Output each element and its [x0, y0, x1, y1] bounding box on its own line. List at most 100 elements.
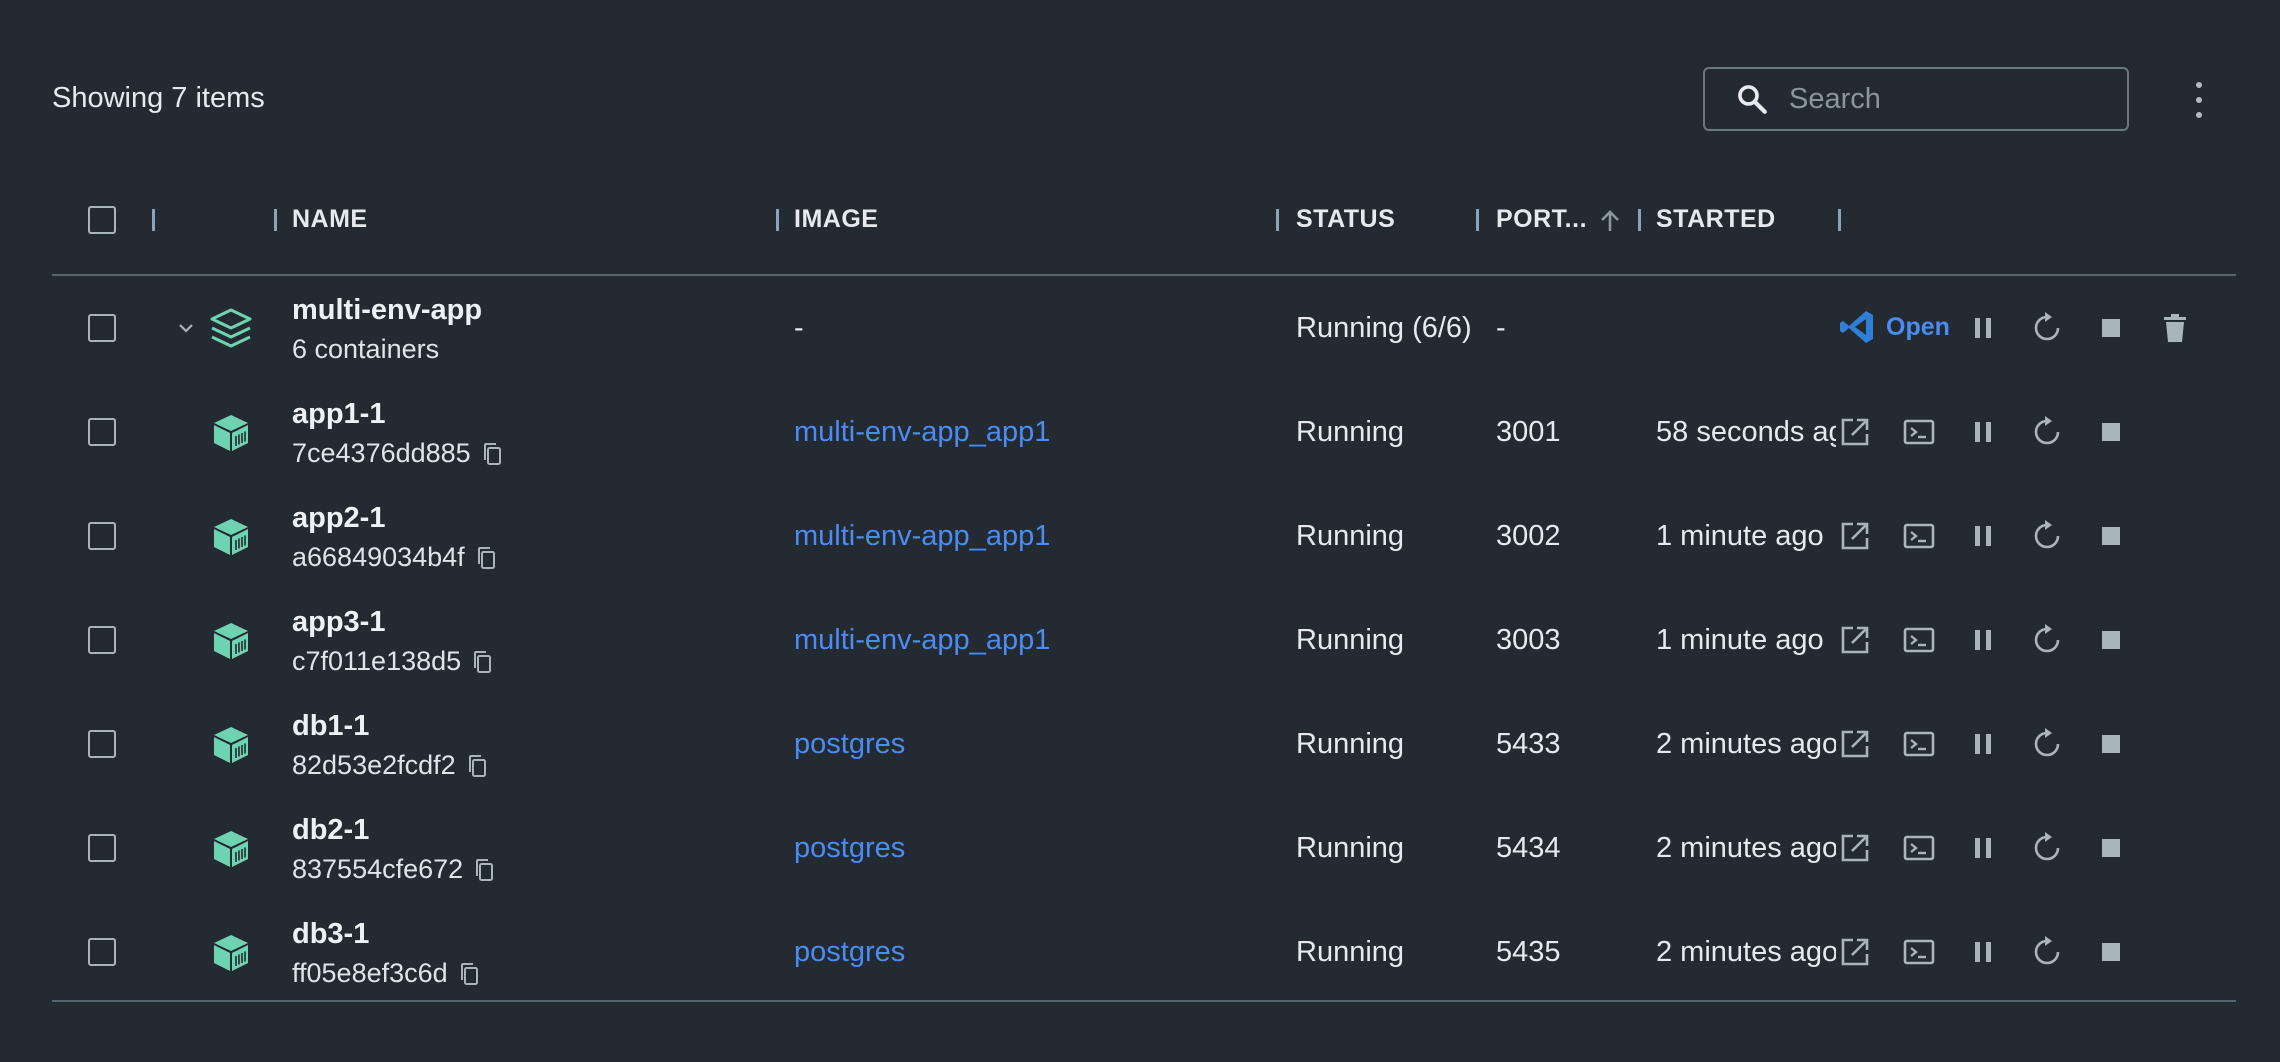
- copy-icon[interactable]: [458, 962, 480, 986]
- column-separator[interactable]: [1476, 209, 1479, 231]
- stop-icon[interactable]: [2094, 519, 2128, 553]
- column-separator[interactable]: [1276, 209, 1279, 231]
- open-external-icon[interactable]: [1838, 623, 1872, 657]
- copy-icon[interactable]: [473, 858, 495, 882]
- stop-icon[interactable]: [2094, 935, 2128, 969]
- container-name[interactable]: app2-1: [292, 502, 385, 535]
- column-header-status[interactable]: STATUS: [1296, 205, 1395, 234]
- row-checkbox[interactable]: [88, 730, 116, 758]
- column-header-port[interactable]: PORT...: [1496, 205, 1587, 234]
- stop-icon[interactable]: [2094, 415, 2128, 449]
- column-separator[interactable]: [1638, 209, 1641, 231]
- column-separator[interactable]: [776, 209, 779, 231]
- container-status: Running: [1296, 624, 1405, 656]
- search-input[interactable]: [1787, 81, 2111, 117]
- container-id: c7f011e138d5: [292, 646, 462, 676]
- container-row[interactable]: db2-1 837554cfe672 postgres Running 5434…: [52, 796, 2236, 900]
- container-icon: [214, 415, 248, 451]
- container-port[interactable]: 3001: [1496, 416, 1561, 449]
- container-row[interactable]: app1-1 7ce4376dd885 multi-env-app_app1 R…: [52, 380, 2236, 484]
- open-external-icon[interactable]: [1838, 519, 1872, 553]
- container-id: 837554cfe672: [292, 854, 464, 884]
- container-port[interactable]: 3002: [1496, 520, 1561, 553]
- pause-icon[interactable]: [1966, 935, 2000, 969]
- open-in-vscode-button[interactable]: Open: [1838, 308, 1950, 346]
- terminal-icon[interactable]: [1902, 831, 1936, 865]
- restart-icon[interactable]: [2030, 623, 2064, 657]
- open-external-icon[interactable]: [1838, 831, 1872, 865]
- container-icon: [214, 623, 248, 659]
- container-port[interactable]: 5434: [1496, 832, 1561, 865]
- restart-icon[interactable]: [2030, 415, 2064, 449]
- container-port[interactable]: 3003: [1496, 624, 1561, 657]
- copy-icon[interactable]: [475, 546, 497, 570]
- chevron-down-icon[interactable]: [176, 318, 196, 338]
- pause-icon[interactable]: [1966, 415, 2000, 449]
- image-link[interactable]: multi-env-app_app1: [794, 520, 1050, 553]
- copy-icon[interactable]: [471, 650, 493, 674]
- container-name[interactable]: db2-1: [292, 814, 369, 847]
- stop-icon[interactable]: [2094, 623, 2128, 657]
- container-name[interactable]: app1-1: [292, 398, 385, 431]
- image-link[interactable]: postgres: [794, 936, 905, 969]
- container-row[interactable]: app2-1 a66849034b4f multi-env-app_app1 R…: [52, 484, 2236, 588]
- stop-icon[interactable]: [2094, 727, 2128, 761]
- container-name[interactable]: app3-1: [292, 606, 385, 639]
- select-all-checkbox[interactable]: [88, 206, 116, 234]
- column-header-image[interactable]: IMAGE: [794, 205, 878, 234]
- copy-icon[interactable]: [466, 754, 488, 778]
- more-vert-icon[interactable]: [2186, 82, 2212, 118]
- pause-icon[interactable]: [1966, 311, 2000, 345]
- stop-icon[interactable]: [2094, 831, 2128, 865]
- sort-arrow-up-icon[interactable]: [1598, 208, 1622, 234]
- column-separator[interactable]: [152, 209, 155, 231]
- open-external-icon[interactable]: [1838, 415, 1872, 449]
- pause-icon[interactable]: [1966, 623, 2000, 657]
- row-checkbox[interactable]: [88, 418, 116, 446]
- container-icon: [214, 935, 248, 971]
- container-row[interactable]: db1-1 82d53e2fcdf2 postgres Running 5433…: [52, 692, 2236, 796]
- pause-icon[interactable]: [1966, 519, 2000, 553]
- restart-icon[interactable]: [2030, 935, 2064, 969]
- group-row[interactable]: multi-env-app 6 containers - Running (6/…: [52, 276, 2236, 380]
- image-link[interactable]: multi-env-app_app1: [794, 624, 1050, 657]
- restart-icon[interactable]: [2030, 311, 2064, 345]
- pause-icon[interactable]: [1966, 727, 2000, 761]
- row-checkbox[interactable]: [88, 314, 116, 342]
- column-separator[interactable]: [274, 209, 277, 231]
- column-header-started[interactable]: STARTED: [1656, 205, 1776, 234]
- copy-icon[interactable]: [481, 442, 503, 466]
- pause-icon[interactable]: [1966, 831, 2000, 865]
- container-port[interactable]: 5435: [1496, 936, 1561, 969]
- image-link[interactable]: postgres: [794, 832, 905, 865]
- stop-icon[interactable]: [2094, 311, 2128, 345]
- container-row[interactable]: db3-1 ff05e8ef3c6d postgres Running 5435…: [52, 900, 2236, 1004]
- container-name[interactable]: db3-1: [292, 918, 369, 951]
- row-checkbox[interactable]: [88, 626, 116, 654]
- open-external-icon[interactable]: [1838, 935, 1872, 969]
- group-name[interactable]: multi-env-app: [292, 294, 482, 327]
- row-checkbox[interactable]: [88, 522, 116, 550]
- terminal-icon[interactable]: [1902, 727, 1936, 761]
- container-status: Running: [1296, 416, 1405, 448]
- container-name[interactable]: db1-1: [292, 710, 369, 743]
- image-link[interactable]: multi-env-app_app1: [794, 416, 1050, 449]
- column-header-name[interactable]: NAME: [292, 205, 368, 234]
- restart-icon[interactable]: [2030, 727, 2064, 761]
- row-checkbox[interactable]: [88, 834, 116, 862]
- open-external-icon[interactable]: [1838, 727, 1872, 761]
- container-port[interactable]: 5433: [1496, 728, 1561, 761]
- terminal-icon[interactable]: [1902, 623, 1936, 657]
- column-separator[interactable]: [1838, 209, 1841, 231]
- row-checkbox[interactable]: [88, 938, 116, 966]
- terminal-icon[interactable]: [1902, 519, 1936, 553]
- search-box[interactable]: [1703, 67, 2129, 131]
- restart-icon[interactable]: [2030, 519, 2064, 553]
- delete-icon[interactable]: [2158, 311, 2192, 345]
- container-row[interactable]: app3-1 c7f011e138d5 multi-env-app_app1 R…: [52, 588, 2236, 692]
- image-link[interactable]: postgres: [794, 728, 905, 761]
- terminal-icon[interactable]: [1902, 935, 1936, 969]
- restart-icon[interactable]: [2030, 831, 2064, 865]
- container-status: Running: [1296, 832, 1405, 864]
- terminal-icon[interactable]: [1902, 415, 1936, 449]
